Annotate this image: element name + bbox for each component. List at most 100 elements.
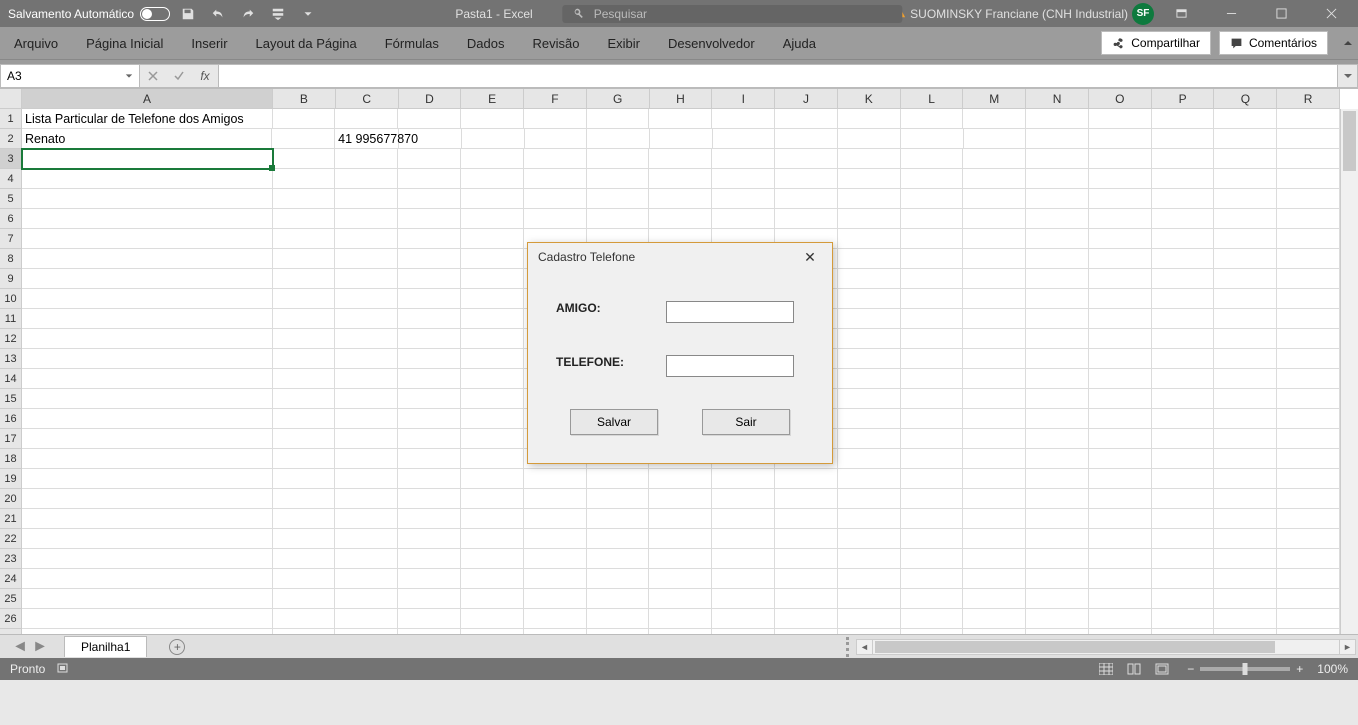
share-button[interactable]: Compartilhar [1101,31,1211,55]
avatar[interactable]: SF [1132,3,1154,25]
cell-P5[interactable] [1152,189,1215,209]
cell-J22[interactable] [775,529,838,549]
cell-K12[interactable] [838,329,901,349]
cell-H20[interactable] [649,489,712,509]
cell-C15[interactable] [335,389,398,409]
cell-E20[interactable] [461,489,524,509]
cell-O24[interactable] [1089,569,1152,589]
cell-B8[interactable] [273,249,336,269]
col-header-L[interactable]: L [901,89,964,109]
ribbon-tab-ajuda[interactable]: Ajuda [769,27,830,59]
cell-C14[interactable] [335,369,398,389]
cell-G23[interactable] [587,549,650,569]
fx-button[interactable]: fx [192,69,218,83]
qat-dropdown-icon[interactable] [296,2,320,26]
cell-K3[interactable] [838,149,901,169]
cell-J19[interactable] [775,469,838,489]
cell-D11[interactable] [398,309,461,329]
cell-P14[interactable] [1152,369,1215,389]
ribbon-display-icon[interactable] [1158,0,1204,27]
cell-E3[interactable] [461,149,524,169]
cell-E4[interactable] [461,169,524,189]
cell-B7[interactable] [273,229,336,249]
cell-C9[interactable] [335,269,398,289]
cell-R5[interactable] [1277,189,1340,209]
ribbon-tab-exibir[interactable]: Exibir [593,27,654,59]
cell-M14[interactable] [963,369,1026,389]
cell-Q18[interactable] [1214,449,1277,469]
row-header-12[interactable]: 12 [0,329,22,349]
cell-N21[interactable] [1026,509,1089,529]
cell-I20[interactable] [712,489,775,509]
cell-Q24[interactable] [1214,569,1277,589]
cell-F24[interactable] [524,569,587,589]
cell-A21[interactable] [22,509,273,529]
cell-N23[interactable] [1026,549,1089,569]
cell-K8[interactable] [838,249,901,269]
cell-P1[interactable] [1152,109,1215,129]
cell-E12[interactable] [461,329,524,349]
cell-F26[interactable] [524,609,587,629]
col-header-R[interactable]: R [1277,89,1340,109]
cell-M24[interactable] [963,569,1026,589]
cell-A15[interactable] [22,389,273,409]
select-all-corner[interactable] [0,89,22,109]
cell-Q17[interactable] [1214,429,1277,449]
cell-D25[interactable] [398,589,461,609]
cell-O10[interactable] [1089,289,1152,309]
cell-H19[interactable] [649,469,712,489]
cell-R17[interactable] [1277,429,1340,449]
cell-H4[interactable] [649,169,712,189]
cell-R16[interactable] [1277,409,1340,429]
row-header-24[interactable]: 24 [0,569,22,589]
cell-N14[interactable] [1026,369,1089,389]
cell-A10[interactable] [22,289,273,309]
cell-G4[interactable] [587,169,650,189]
cell-E8[interactable] [461,249,524,269]
cell-M18[interactable] [963,449,1026,469]
cell-Q5[interactable] [1214,189,1277,209]
cell-N4[interactable] [1026,169,1089,189]
cell-C26[interactable] [335,609,398,629]
zoom-percent-label[interactable]: 100% [1317,662,1348,676]
cell-D24[interactable] [398,569,461,589]
cell-R19[interactable] [1277,469,1340,489]
cell-H26[interactable] [649,609,712,629]
cell-H21[interactable] [649,509,712,529]
cell-R11[interactable] [1277,309,1340,329]
ribbon-tab-revisão[interactable]: Revisão [519,27,594,59]
cell-F5[interactable] [524,189,587,209]
cell-O8[interactable] [1089,249,1152,269]
cell-E16[interactable] [461,409,524,429]
cell-J2[interactable] [775,129,838,149]
cell-R22[interactable] [1277,529,1340,549]
cell-D19[interactable] [398,469,461,489]
cell-E5[interactable] [461,189,524,209]
cell-L6[interactable] [901,209,964,229]
cell-M7[interactable] [963,229,1026,249]
cell-D14[interactable] [398,369,461,389]
cell-A23[interactable] [22,549,273,569]
cell-R7[interactable] [1277,229,1340,249]
ribbon-tab-inserir[interactable]: Inserir [177,27,241,59]
cell-L7[interactable] [901,229,964,249]
cell-R20[interactable] [1277,489,1340,509]
cell-R23[interactable] [1277,549,1340,569]
cell-K5[interactable] [838,189,901,209]
cell-J5[interactable] [775,189,838,209]
col-header-J[interactable]: J [775,89,838,109]
cell-R8[interactable] [1277,249,1340,269]
cell-F23[interactable] [524,549,587,569]
cell-P24[interactable] [1152,569,1215,589]
col-header-Q[interactable]: Q [1214,89,1277,109]
cell-B13[interactable] [273,349,336,369]
cell-N19[interactable] [1026,469,1089,489]
cell-Q19[interactable] [1214,469,1277,489]
cell-M11[interactable] [963,309,1026,329]
cell-I5[interactable] [712,189,775,209]
cell-D21[interactable] [398,509,461,529]
name-box-dropdown-icon[interactable] [125,69,133,83]
cell-F25[interactable] [524,589,587,609]
cell-N25[interactable] [1026,589,1089,609]
cell-I21[interactable] [712,509,775,529]
